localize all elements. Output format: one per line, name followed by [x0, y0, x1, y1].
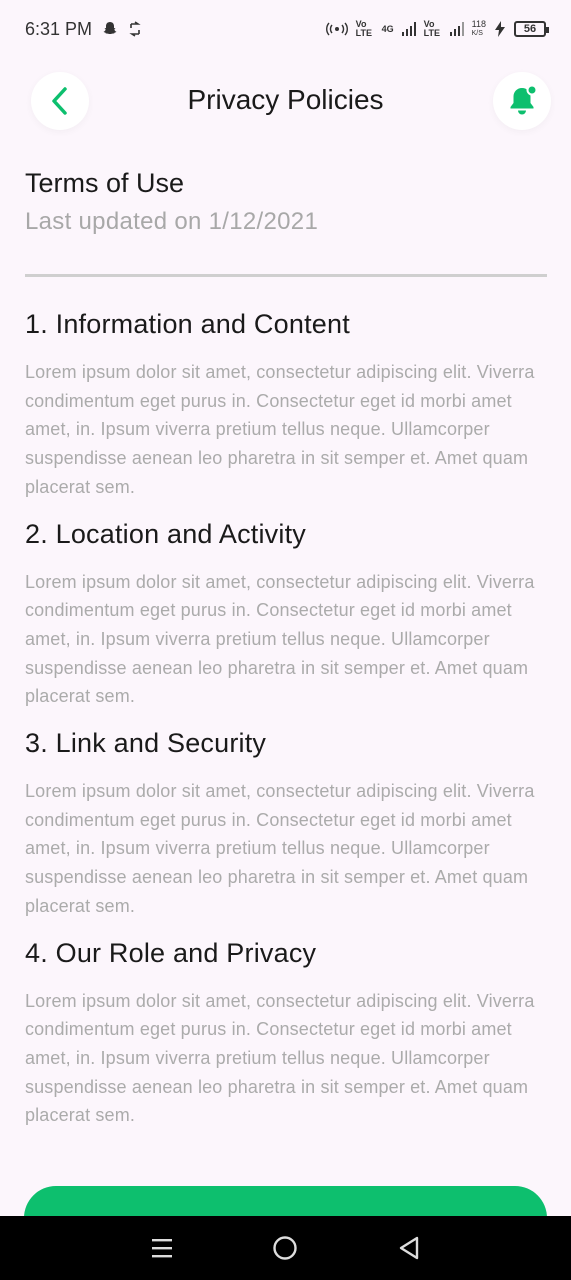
policy-section: 3. Link and Security Lorem ipsum dolor s… — [25, 725, 547, 921]
policy-section: 1. Information and Content Lorem ipsum d… — [25, 306, 547, 502]
document-title: Terms of Use — [25, 168, 185, 198]
status-right: Vo LTE 4G Vo LTE 118 K/S 56 — [325, 19, 549, 38]
battery-icon: 56 — [514, 21, 549, 37]
menu-icon — [151, 1239, 172, 1258]
page-title: Privacy Policies — [187, 84, 384, 115]
hotspot-icon — [325, 22, 348, 36]
charging-icon — [494, 21, 506, 37]
net-type-label: 4G — [381, 24, 394, 34]
status-time: 6:31 PM — [25, 18, 93, 39]
header: Privacy Policies — [0, 72, 571, 134]
section-body: Lorem ipsum dolor sit amet, consectetur … — [25, 781, 535, 916]
status-left: 6:31 PM — [25, 19, 142, 40]
network-speed-unit: K/S — [471, 30, 483, 37]
sim2-label: Vo LTE — [423, 19, 440, 38]
signal-icon — [449, 22, 464, 36]
back-nav-button[interactable] — [389, 1228, 429, 1268]
policy-section: 4. Our Role and Privacy Lorem ipsum dolo… — [25, 935, 547, 1131]
sync-icon — [128, 21, 142, 37]
last-updated: Last updated on 1/12/2021 — [25, 208, 319, 235]
network-speed-value: 118 — [471, 19, 486, 29]
notification-button[interactable] — [493, 72, 551, 130]
snapchat-icon — [102, 21, 118, 37]
recent-apps-button[interactable] — [142, 1228, 182, 1268]
network-speed: 118 K/S — [472, 20, 486, 38]
section-heading: 4. Our Role and Privacy — [25, 937, 317, 968]
status-bar: 6:31 PM Vo LTE 4G Vo LTE 118 K/S 56 — [0, 0, 571, 58]
bell-icon — [510, 84, 538, 115]
home-circle-icon — [273, 1236, 298, 1260]
sim1-label: Vo LTE — [355, 19, 372, 38]
battery-level: 56 — [523, 23, 537, 35]
home-button[interactable] — [265, 1228, 305, 1268]
section-body: Lorem ipsum dolor sit amet, consectetur … — [25, 990, 535, 1126]
policy-section: 2. Location and Activity Lorem ipsum dol… — [25, 516, 547, 712]
section-heading: 2. Location and Activity — [25, 518, 306, 549]
section-heading: 1. Information and Content — [25, 309, 350, 339]
system-nav-bar — [0, 1216, 571, 1280]
content: Terms of Use Last updated on 1/12/2021 1… — [25, 165, 547, 1130]
section-body: Lorem ipsum dolor sit amet, consectetur … — [25, 571, 535, 707]
divider — [25, 274, 547, 277]
signal-icon — [401, 22, 416, 36]
section-heading: 3. Link and Security — [25, 728, 267, 759]
triangle-back-icon — [399, 1236, 419, 1260]
section-body: Lorem ipsum dolor sit amet, consectetur … — [25, 362, 535, 497]
